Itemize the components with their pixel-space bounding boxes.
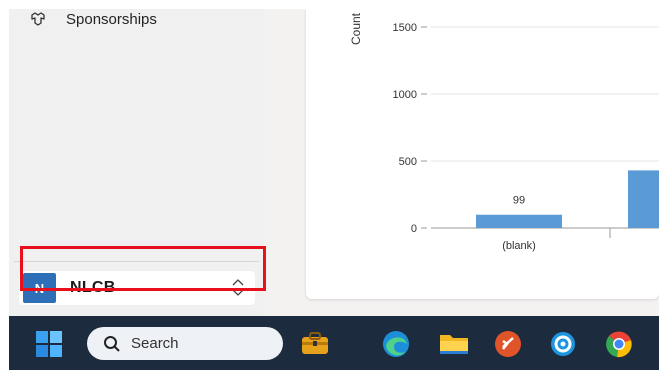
y-axis-label: Count [349, 12, 363, 45]
sidebar-item-sponsorships[interactable]: Sponsorships [29, 9, 157, 29]
remote-desktop-icon[interactable] [494, 330, 522, 363]
briefcase-icon[interactable] [300, 331, 330, 360]
start-icon[interactable] [35, 330, 63, 363]
y-tick-label: 0 [411, 223, 417, 235]
chart-card: Count 0 500 1000 1500 99 (blank) [306, 9, 659, 299]
bar [628, 170, 659, 228]
taskbar: Search [9, 316, 659, 370]
search-label: Search [131, 335, 179, 352]
taskbar-search[interactable]: Search [87, 327, 283, 360]
bar [476, 214, 562, 228]
bar-chart: Count 0 500 1000 1500 99 (blank) [349, 12, 659, 252]
edge-icon[interactable] [382, 330, 410, 363]
sponsorships-icon [29, 10, 47, 28]
cortana-icon[interactable] [549, 330, 577, 363]
file-explorer-icon[interactable] [439, 332, 469, 361]
highlight-annotation [20, 246, 266, 291]
y-tick-label: 1000 [393, 89, 417, 101]
app-window: Sponsorships N NLCB Count 0 500 1000 1500 99… [9, 9, 659, 316]
y-tick-label: 500 [399, 156, 417, 168]
search-icon [103, 335, 121, 353]
x-tick-label: (blank) [502, 240, 536, 252]
chrome-icon[interactable] [605, 330, 633, 363]
y-tick-label: 1500 [393, 22, 417, 34]
sidebar-item-label: Sponsorships [66, 10, 157, 28]
data-label: 99 [513, 195, 525, 207]
